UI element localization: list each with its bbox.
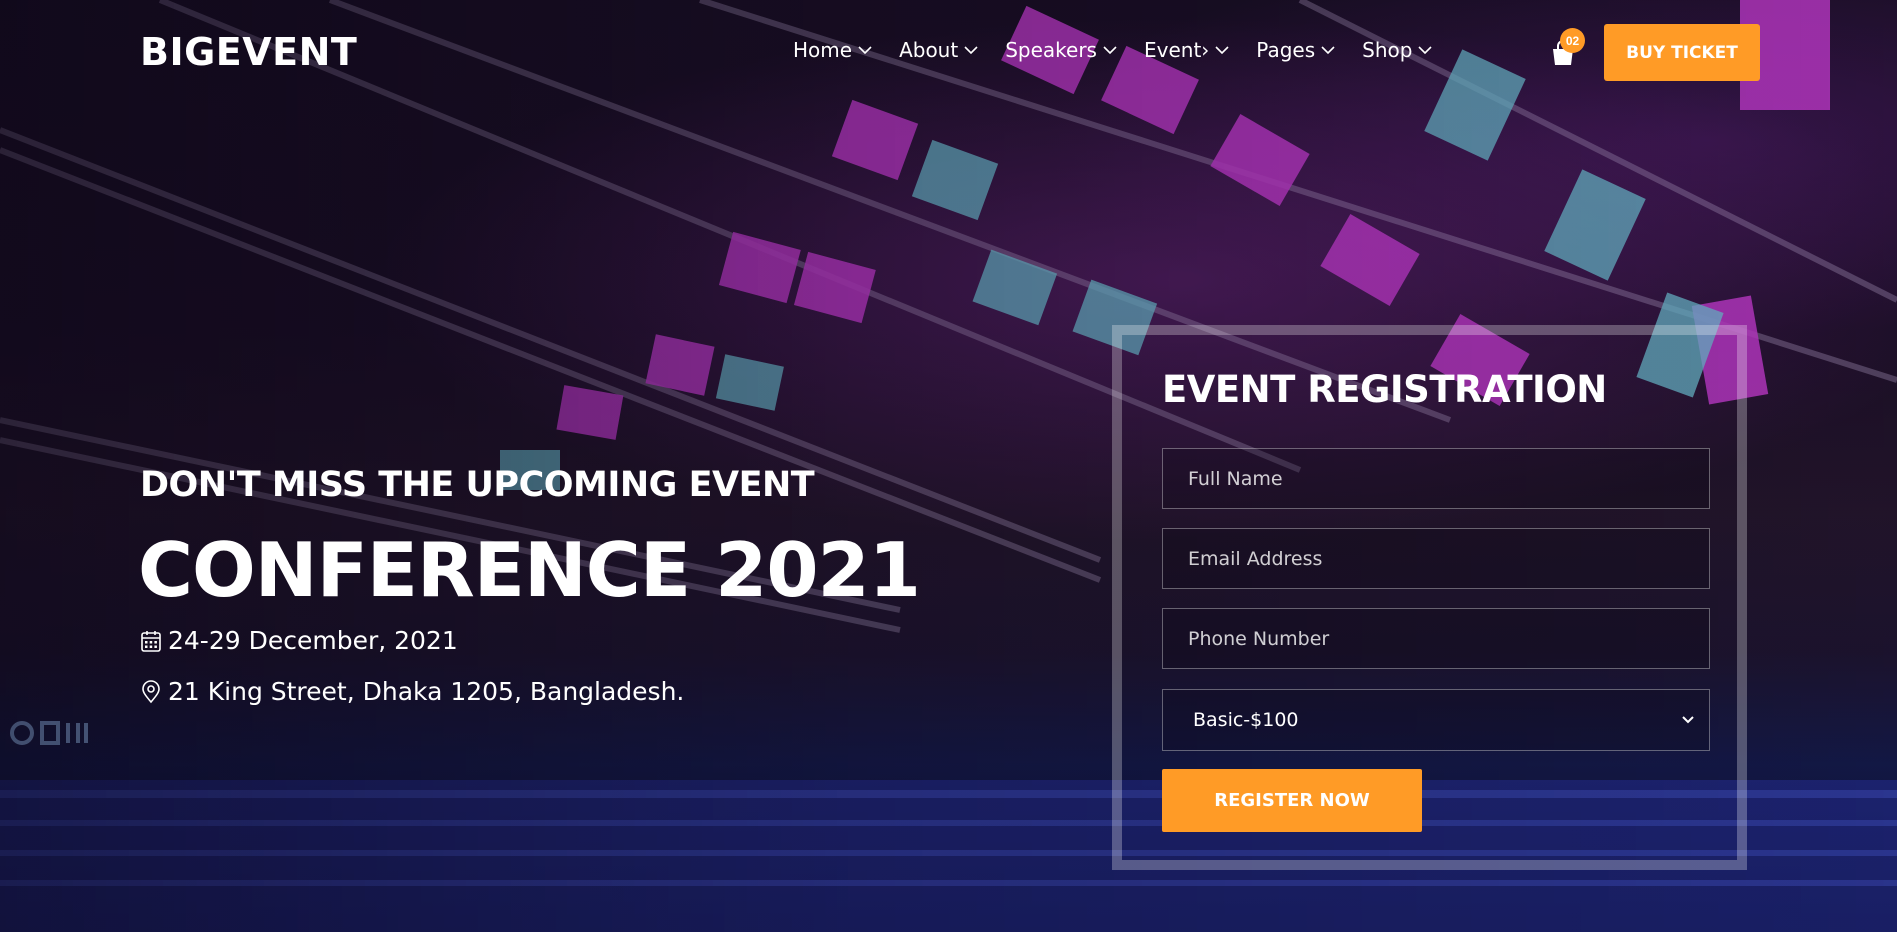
nav-item-label: Shop: [1362, 38, 1413, 62]
event-date-text: 24-29 December, 2021: [168, 626, 458, 655]
chevron-down-icon: [1418, 46, 1433, 55]
chevron-down-icon: [1103, 46, 1117, 55]
register-now-button[interactable]: REGISTER NOW: [1162, 769, 1422, 832]
nav-item-pages[interactable]: Pages: [1256, 38, 1335, 62]
nav-item-about[interactable]: About: [899, 38, 978, 62]
event-location: 21 King Street, Dhaka 1205, Bangladesh.: [140, 677, 684, 706]
chevron-down-icon: [858, 46, 872, 55]
ticket-type-value: Basic-$100: [1193, 709, 1299, 731]
chevron-down-icon: [1682, 716, 1694, 724]
calendar-icon: [141, 630, 161, 652]
nav-item-label: Pages: [1256, 38, 1316, 62]
event-location-text: 21 King Street, Dhaka 1205, Bangladesh.: [168, 677, 685, 706]
site-logo[interactable]: BIGEVENT: [140, 30, 357, 74]
nav-item-speakers[interactable]: Speakers: [1005, 38, 1117, 62]
nav-item-label: Event›: [1143, 38, 1210, 62]
phone-number-input[interactable]: [1162, 608, 1710, 669]
email-address-input[interactable]: [1162, 528, 1710, 589]
nav-item-event[interactable]: Event›: [1144, 38, 1229, 62]
cart-count-badge: 02: [1560, 28, 1585, 53]
registration-title: EVENT REGISTRATION: [1162, 368, 1607, 411]
nav-item-label: Speakers: [1005, 38, 1097, 62]
nav-item-label: Home: [793, 38, 853, 62]
map-pin-icon: [142, 679, 160, 703]
chevron-down-icon: [964, 46, 978, 55]
hero-subheading: DON'T MISS THE UPCOMING EVENT: [140, 465, 815, 505]
event-date: 24-29 December, 2021: [140, 626, 458, 655]
nav-item-label: About: [899, 38, 959, 62]
chevron-down-icon: [1215, 46, 1229, 55]
ticket-type-select[interactable]: Basic-$100: [1162, 689, 1710, 751]
nav-item-home[interactable]: Home: [793, 38, 872, 62]
buy-ticket-button[interactable]: BUY TICKET: [1604, 24, 1760, 81]
hero-heading: CONFERENCE 2021: [138, 526, 921, 614]
chevron-down-icon: [1321, 46, 1335, 55]
main-nav: Home About Speakers Event› Pages Shop: [793, 38, 1459, 62]
full-name-input[interactable]: [1162, 448, 1710, 509]
nav-item-shop[interactable]: Shop: [1362, 38, 1433, 62]
